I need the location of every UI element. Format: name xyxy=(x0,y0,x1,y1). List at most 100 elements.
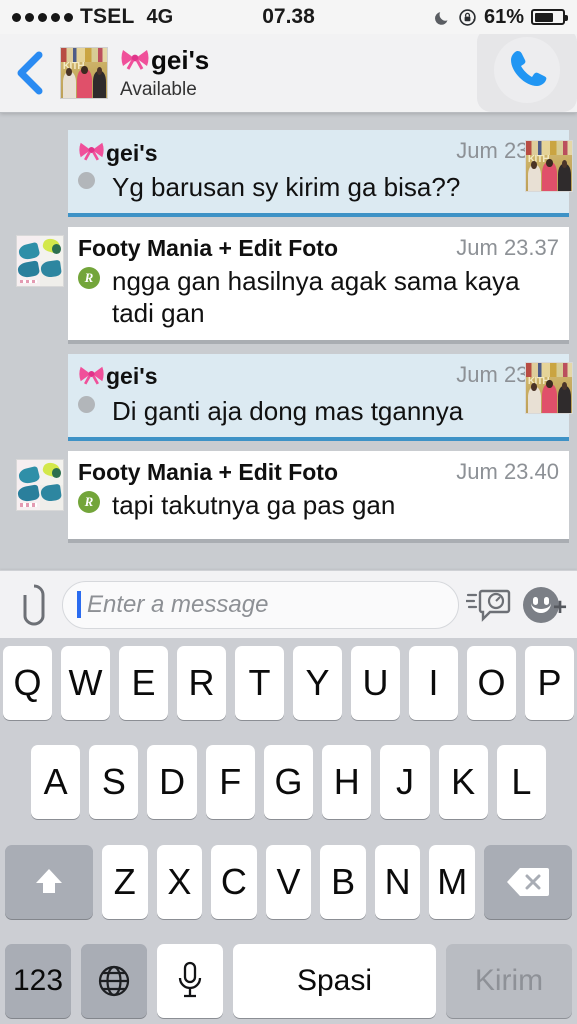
globe-icon xyxy=(98,965,130,997)
on-screen-keyboard[interactable]: Q W E R T Y U I O P A S D F G H J K L Z … xyxy=(0,638,577,1024)
message-bubble-outgoing[interactable]: gei's Jum 23.37 Di ganti aja dong mas tg… xyxy=(68,353,569,441)
carrier-label: TSEL xyxy=(80,5,135,28)
message-row[interactable]: Footy Mania + Edit Foto Jum 23.40 R tapi… xyxy=(0,450,577,544)
key-z[interactable]: Z xyxy=(101,844,148,919)
key-h[interactable]: H xyxy=(322,745,372,820)
status-bar-left: TSEL 4G xyxy=(12,5,173,29)
network-type-label: 4G xyxy=(146,5,174,28)
message-read-badge-icon: R xyxy=(78,490,100,513)
chevron-left-icon xyxy=(17,51,43,95)
send-key[interactable]: Kirim xyxy=(446,943,572,1018)
key-i[interactable]: I xyxy=(409,646,458,720)
dictation-key[interactable] xyxy=(157,943,223,1018)
key-o[interactable]: O xyxy=(467,646,516,720)
bow-icon xyxy=(78,362,105,392)
text-cursor xyxy=(77,591,81,618)
key-k[interactable]: K xyxy=(438,745,488,820)
rotation-lock-icon xyxy=(458,8,477,27)
plus-icon: + xyxy=(552,593,567,621)
message-timestamp: Jum 23.37 xyxy=(456,235,559,261)
message-placeholder: Enter a message xyxy=(87,590,269,618)
key-n[interactable]: N xyxy=(374,844,421,919)
space-key[interactable]: Spasi xyxy=(233,943,436,1018)
message-timestamp: Jum 23.40 xyxy=(456,458,559,484)
language-key[interactable] xyxy=(81,943,147,1018)
shift-arrow-icon xyxy=(35,868,62,893)
message-avatar[interactable]: KITH xyxy=(525,140,573,192)
contact-avatar[interactable]: KITH xyxy=(60,47,108,99)
key-e[interactable]: E xyxy=(119,646,168,720)
message-avatar[interactable]: KITH xyxy=(525,361,573,414)
key-g[interactable]: G xyxy=(263,745,314,820)
key-a[interactable]: A xyxy=(31,745,81,820)
paperclip-icon xyxy=(23,584,45,626)
timed-message-icon xyxy=(466,589,511,622)
key-t[interactable]: T xyxy=(235,646,284,720)
message-text: tapi takutnya ga pas gan xyxy=(112,489,396,520)
message-text: ngga gan hasilnya agak sama kaya tadi ga… xyxy=(112,266,520,329)
contact-name-row: gei's xyxy=(120,45,209,76)
call-button[interactable] xyxy=(477,28,577,112)
key-j[interactable]: J xyxy=(380,745,430,820)
shift-key[interactable] xyxy=(4,844,93,919)
keyboard-row-1: Q W E R T Y U I O P xyxy=(3,646,574,720)
key-v[interactable]: V xyxy=(265,844,312,919)
attach-button[interactable] xyxy=(10,582,58,628)
message-bubble-outgoing[interactable]: gei's Jum 23.33 Yg barusan sy kirim ga b… xyxy=(68,130,569,218)
phone-icon xyxy=(511,51,547,86)
sender-name-text: gei's xyxy=(106,363,158,390)
message-input[interactable]: Enter a message xyxy=(62,580,459,629)
message-text: Yg barusan sy kirim ga bisa?? xyxy=(112,172,461,202)
key-l[interactable]: L xyxy=(496,745,546,820)
message-avatar[interactable] xyxy=(16,458,64,511)
group-photo-art: KITH xyxy=(526,141,572,191)
quick-reply-button[interactable] xyxy=(463,586,515,624)
emoji-button[interactable]: + xyxy=(515,586,567,623)
key-u[interactable]: U xyxy=(351,646,400,720)
backspace-key[interactable] xyxy=(484,844,573,919)
key-y[interactable]: Y xyxy=(293,646,342,720)
message-row[interactable]: gei's Jum 23.33 Yg barusan sy kirim ga b… xyxy=(0,130,577,218)
keyboard-row-3: Z X C V B N M xyxy=(3,844,574,919)
backspace-icon xyxy=(507,867,550,896)
contact-name: gei's xyxy=(151,45,210,76)
key-m[interactable]: M xyxy=(429,844,476,919)
key-f[interactable]: F xyxy=(205,745,255,820)
group-photo-art: KITH xyxy=(61,48,107,98)
key-s[interactable]: S xyxy=(89,745,139,820)
contact-status: Available xyxy=(120,78,197,100)
message-sender: Footy Mania + Edit Foto xyxy=(78,235,338,262)
battery-icon xyxy=(531,9,568,25)
message-row[interactable]: gei's Jum 23.37 Di ganti aja dong mas tg… xyxy=(0,353,577,441)
bow-icon xyxy=(120,45,150,76)
keyboard-row-4: 123 Spasi Kirim xyxy=(3,943,574,1018)
numbers-key[interactable]: 123 xyxy=(5,943,71,1018)
key-q[interactable]: Q xyxy=(3,646,52,720)
message-bubble-incoming[interactable]: Footy Mania + Edit Foto Jum 23.40 R tapi… xyxy=(68,450,569,544)
bow-icon xyxy=(78,138,105,168)
moon-icon xyxy=(434,9,451,25)
key-r[interactable]: R xyxy=(177,646,226,720)
message-row[interactable]: Footy Mania + Edit Foto Jum 23.37 R ngga… xyxy=(0,227,577,344)
signal-strength-icon xyxy=(12,12,73,22)
key-b[interactable]: B xyxy=(320,844,366,919)
keyboard-row-2: A S D F G H J K L xyxy=(3,745,574,820)
sender-name-text: gei's xyxy=(106,139,158,166)
key-d[interactable]: D xyxy=(147,745,197,820)
key-p[interactable]: P xyxy=(525,646,574,720)
message-bubble-incoming[interactable]: Footy Mania + Edit Foto Jum 23.37 R ngga… xyxy=(68,227,569,344)
status-bar-right: 61% xyxy=(434,5,568,29)
key-c[interactable]: C xyxy=(211,844,257,919)
message-avatar[interactable] xyxy=(16,235,64,288)
key-w[interactable]: W xyxy=(61,646,110,720)
key-x[interactable]: X xyxy=(156,844,203,919)
phone-screen: TSEL 4G 07.38 61% KITH gei's Available g… xyxy=(0,0,577,1024)
chat-header: KITH gei's Available xyxy=(0,28,577,112)
message-sender: gei's xyxy=(78,138,158,168)
message-sender: gei's xyxy=(78,362,158,392)
contact-info[interactable]: gei's Available xyxy=(120,45,209,100)
battery-percent-label: 61% xyxy=(483,5,524,28)
message-status-dot-icon xyxy=(78,172,95,189)
status-bar: TSEL 4G 07.38 61% xyxy=(0,0,577,34)
back-button[interactable] xyxy=(0,51,60,95)
